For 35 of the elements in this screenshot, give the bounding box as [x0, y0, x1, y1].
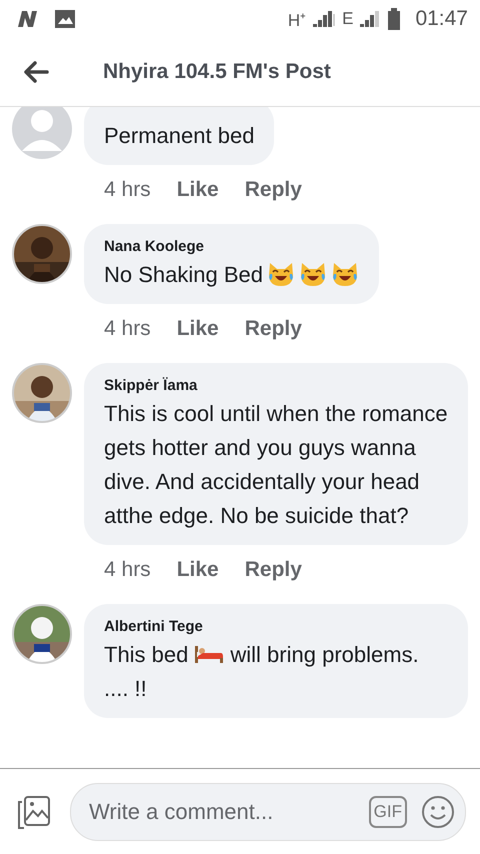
signal-icon	[312, 10, 336, 28]
comment-author[interactable]: Nana Koolege	[104, 236, 359, 258]
comment-author[interactable]: Skippėr Ïama	[104, 375, 448, 397]
like-link[interactable]: Like	[176, 558, 219, 604]
comment-text: This is cool until when the romance gets hotter and you guys wanna dive. And accidentally your head atthe edge. No be suicide that?	[104, 400, 448, 530]
comment-text: This bed	[104, 641, 188, 669]
reply-link[interactable]: Reply	[244, 317, 302, 363]
reply-link[interactable]: Reply	[244, 178, 302, 224]
comment-time: 4 hrs	[104, 317, 151, 342]
like-link[interactable]: Like	[176, 317, 219, 363]
battery-icon	[387, 8, 402, 30]
comment-author[interactable]: Albertini Tege	[104, 616, 448, 638]
comment-time: 4 hrs	[104, 558, 151, 583]
photo-icon[interactable]	[16, 794, 52, 830]
comment-text: No Shaking Bed	[104, 261, 263, 289]
back-arrow-icon[interactable]	[23, 61, 49, 83]
comment-text: will bring problems.	[230, 641, 419, 669]
comment-time: 4 hrs	[104, 178, 151, 203]
comment-text: .... !!	[104, 675, 147, 703]
signal-icon	[359, 10, 382, 28]
laughing-cat-icon	[299, 261, 327, 287]
laughing-cat-icon	[267, 261, 295, 287]
clock: 01:47	[415, 7, 468, 31]
image-icon	[54, 9, 76, 29]
laughing-cat-icon	[331, 261, 359, 287]
gif-button[interactable]: GIF	[368, 796, 407, 828]
like-link[interactable]: Like	[176, 178, 219, 224]
emoji-icon[interactable]	[421, 794, 455, 828]
comment-input[interactable]: Write a comment... GIF	[70, 782, 466, 840]
comment-text: Permanent bed	[104, 122, 254, 150]
network-type: H⁺	[288, 10, 306, 30]
bed-icon	[194, 644, 224, 664]
page-title: Nhyira 104.5 FM's Post	[103, 60, 331, 84]
reply-link[interactable]: Reply	[244, 558, 302, 604]
network-type: E	[342, 9, 354, 29]
